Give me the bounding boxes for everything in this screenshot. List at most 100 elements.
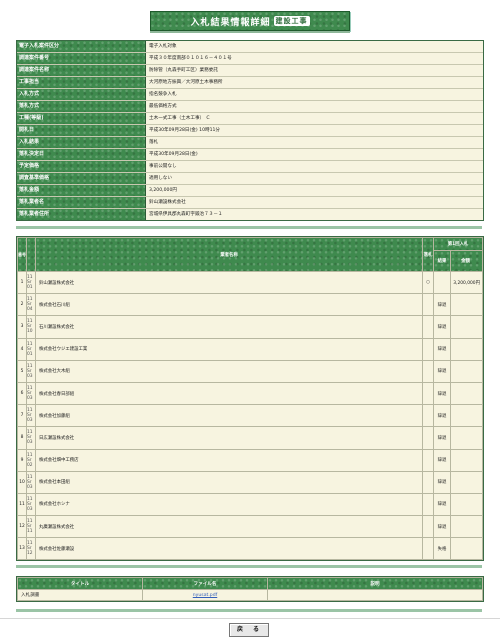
info-label: 工種(等級) [17, 113, 146, 124]
result-code: 11 Sr 04 [26, 293, 36, 317]
info-value: 電子入札対象 [146, 41, 483, 52]
result-number: 11 [17, 492, 27, 517]
result-winner-flag [422, 293, 434, 317]
page-title: 入札結果情報詳細 [190, 17, 271, 28]
result-winner-flag [422, 404, 434, 428]
result-code: 11 Sr 03 [26, 381, 36, 406]
col-flag-header: 落札 [422, 237, 434, 272]
result-status: 辞退 [433, 381, 451, 406]
col-file-desc-header: 説明 [267, 577, 483, 590]
result-winner-flag [422, 537, 434, 561]
info-label: 調達案件番号 [17, 53, 146, 64]
result-number: 7 [17, 404, 27, 428]
info-value: 防除管（丸森手町工区）業務委託 [146, 65, 483, 76]
result-amount [450, 337, 483, 361]
result-status: 辞退 [433, 470, 451, 494]
result-company-name: 株式会社本田組 [35, 470, 423, 494]
result-code: 11 Sr 10 [26, 315, 36, 339]
result-company-name: 株式会社畑中工務店 [35, 448, 423, 472]
result-company-name: 株式会社石川組 [35, 293, 423, 317]
result-number: 3 [17, 315, 27, 339]
result-company-name: 株式会社大木組 [35, 359, 423, 383]
info-value: 平成30年09月28日(金) [146, 149, 483, 160]
result-row: 2 11 Sr 04 株式会社石川組 辞退 [17, 293, 483, 317]
result-winner-flag: ○ [422, 270, 434, 295]
file-row: 入札調書 nyusat.pdf [17, 589, 483, 601]
result-row: 11 11 Sr 03 株式会社ホシナ 辞退 [17, 492, 483, 517]
info-label: 落札金額 [17, 185, 146, 196]
col-round-header: 第1回入札 [433, 237, 483, 251]
result-number: 12 [17, 515, 27, 539]
col-amount-header: 金額 [450, 250, 483, 272]
file-download-link[interactable]: nyusat.pdf [193, 593, 217, 598]
results-table-shadow [16, 565, 482, 568]
info-label: 工事担当 [17, 77, 146, 88]
info-value: 宮城県伊具郡丸森町字鍛冶７３－１ [146, 209, 483, 220]
result-winner-flag [422, 337, 434, 361]
result-status: 辞退 [433, 337, 451, 361]
result-code: 11 Sr 01 [26, 337, 36, 361]
info-row: 工事担当 大河原地方振興／大河原土木事務所 [17, 77, 483, 89]
result-status: 失格 [433, 537, 451, 561]
result-row: 4 11 Sr 01 株式会社ウジエ建設工業 辞退 [17, 337, 483, 361]
result-amount [450, 293, 483, 317]
info-row: 開札日 平成30年09月28日(金) 10時11分 [17, 125, 483, 137]
result-amount [450, 315, 483, 339]
result-code: 11 Sr 03 [26, 426, 36, 450]
result-amount [450, 359, 483, 383]
result-code: 11 Sr 11 [26, 515, 36, 539]
info-label: 予定価格 [17, 161, 146, 172]
back-button[interactable]: 戻 る [229, 623, 269, 637]
page-title-banner: 入札結果情報詳細 建設工事 [150, 11, 350, 31]
result-number: 2 [17, 293, 27, 317]
col-number-header: 番号 [17, 237, 27, 272]
result-status: 辞退 [433, 426, 451, 450]
info-row: 調査基準価格 適用しない [17, 173, 483, 185]
result-row: 12 11 Sr 11 丸廣瀬設株式会社 辞退 [17, 515, 483, 539]
result-amount: 3,200,000円 [450, 270, 483, 295]
result-winner-flag [422, 515, 434, 539]
result-status: 辞退 [433, 359, 451, 383]
info-value: 適用しない [146, 173, 483, 184]
info-table-shadow [16, 226, 482, 229]
info-row: 入札結果 落札 [17, 137, 483, 149]
result-code: 11 Sr 03 [26, 470, 36, 494]
result-status: 辞退 [433, 492, 451, 517]
info-value: 大河原地方振興／大河原土木事務所 [146, 77, 483, 88]
result-row: 13 11 Sr 12 株式会社佐藤瀬設 失格 [17, 537, 483, 561]
result-number: 6 [17, 381, 27, 406]
col-file-name-header: ファイル名 [142, 577, 268, 590]
info-row: 落札業者名 鈴山瀬設株式会社 [17, 197, 483, 209]
result-company-name: 株式会社加藤組 [35, 404, 423, 428]
info-value: 平成３０年度南部０１０１６－４０１号 [146, 53, 483, 64]
result-winner-flag [422, 426, 434, 450]
result-company-name: 株式会社佐藤瀬設 [35, 537, 423, 561]
result-row: 5 11 Sr 03 株式会社大木組 辞退 [17, 359, 483, 383]
result-status: 辞退 [433, 515, 451, 539]
result-row: 7 11 Sr 03 株式会社加藤組 辞退 [17, 404, 483, 428]
info-row: 落札業者住所 宮城県伊具郡丸森町字鍛冶７３－１ [17, 209, 483, 220]
result-number: 4 [17, 337, 27, 361]
info-row: 調達案件名称 防除管（丸森手町工区）業務委託 [17, 65, 483, 77]
info-label: 調査基準価格 [17, 173, 146, 184]
result-row: 3 11 Sr 10 石川瀬設株式会社 辞退 [17, 315, 483, 339]
col-file-title-header: タイトル [17, 577, 143, 590]
result-company-name: 石川瀬設株式会社 [35, 315, 423, 339]
info-label: 落札決定日 [17, 149, 146, 160]
result-amount [450, 404, 483, 428]
info-label: 落札業者名 [17, 197, 146, 208]
files-table-shadow [16, 609, 482, 612]
result-status: 辞退 [433, 404, 451, 428]
files-table: タイトル ファイル名 説明 入札調書 nyusat.pdf [16, 576, 484, 602]
result-company-name: 株式会社ホシナ [35, 492, 423, 517]
result-code: 11 Sr 02 [26, 448, 36, 472]
result-amount [450, 515, 483, 539]
result-code: 11 Sr 12 [26, 537, 36, 561]
info-value: 3,200,000円 [146, 185, 483, 196]
col-name-header: 業者名称 [35, 237, 423, 272]
info-value: 落札 [146, 137, 483, 148]
result-row: 9 11 Sr 02 株式会社畑中工務店 辞退 [17, 448, 483, 472]
info-value: 鈴山瀬設株式会社 [146, 197, 483, 208]
info-value: 土木一式工事（土木工事） C [146, 113, 483, 124]
result-winner-flag [422, 359, 434, 383]
